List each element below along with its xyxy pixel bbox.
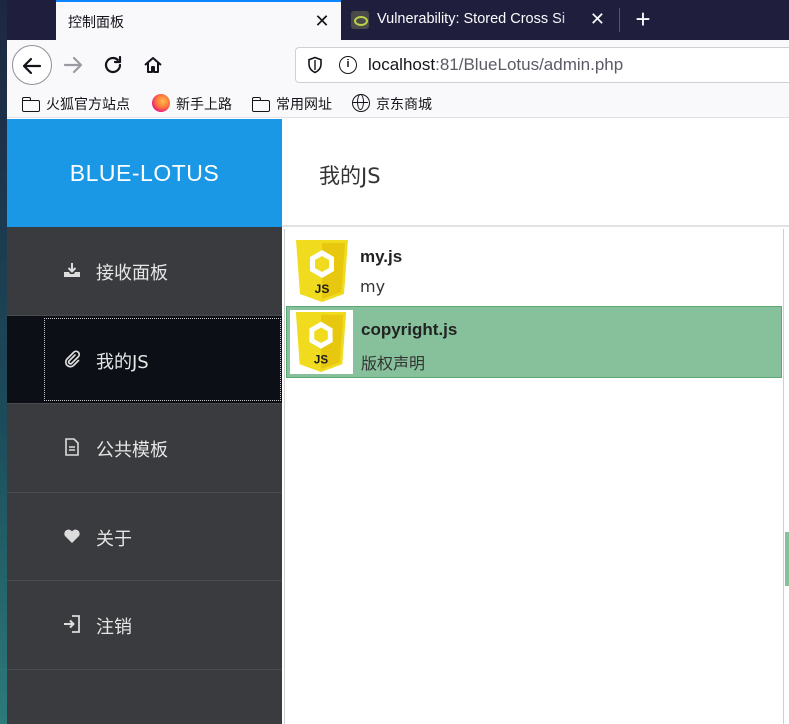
forward-arrow-icon[interactable] xyxy=(53,45,93,85)
url-text[interactable]: localhost:81/BlueLotus/admin.php xyxy=(368,55,623,75)
list-item-copyright-js[interactable]: JS copyright.js 版权声明 xyxy=(286,306,782,378)
script-description: my xyxy=(360,277,386,296)
script-name: copyright.js xyxy=(361,320,458,339)
bookmark-jd-mall[interactable]: 京东商城 xyxy=(352,94,432,114)
sidebar-item-public-templates[interactable]: 公共模板 xyxy=(7,404,282,493)
sign-out-icon xyxy=(63,615,81,633)
dvwa-favicon-icon xyxy=(351,11,369,29)
tab-vulnerability[interactable]: Vulnerability: Stored Cross Si ✕ xyxy=(341,0,619,40)
svg-text:JS: JS xyxy=(315,282,330,296)
sidebar-item-my-js[interactable]: 我的JS xyxy=(7,315,282,404)
browser-nav-bar: i localhost:81/BlueLotus/admin.php xyxy=(7,40,789,90)
url-host: localhost xyxy=(368,55,436,74)
back-arrow-icon[interactable] xyxy=(12,45,52,85)
paperclip-icon xyxy=(63,349,81,368)
sidebar: BLUE-LOTUS 接收面板 我的JS 公共模板 关于 注销 xyxy=(7,119,282,724)
tab-control-panel[interactable]: 控制面板 ✕ xyxy=(56,0,341,40)
site-info-icon[interactable]: i xyxy=(339,56,357,74)
list-item-my-js[interactable]: JS my.js my xyxy=(286,234,782,306)
brand-logo[interactable]: BLUE-LOTUS xyxy=(7,119,282,227)
sidebar-menu: 接收面板 我的JS 公共模板 关于 注销 xyxy=(7,227,282,670)
tab-title: Vulnerability: Stored Cross Si xyxy=(377,11,566,27)
sidebar-item-label: 我的JS xyxy=(96,351,149,373)
script-description: 版权声明 xyxy=(361,354,426,373)
heart-icon xyxy=(63,527,81,545)
address-bar[interactable]: i localhost:81/BlueLotus/admin.php xyxy=(295,47,789,83)
js-file-list: JS my.js my JS copyright.js 版权声明 xyxy=(284,229,784,724)
reload-icon[interactable] xyxy=(93,45,133,85)
script-name: my.js xyxy=(360,247,403,266)
tab-title: 控制面板 xyxy=(68,15,124,31)
bookmark-getting-started[interactable]: 新手上路 xyxy=(152,94,232,114)
javascript-file-icon: JS xyxy=(296,240,348,302)
bookmark-common-sites[interactable]: 常用网址 xyxy=(252,94,332,114)
bookmark-firefox-official[interactable]: 火狐官方站点 xyxy=(22,94,130,114)
desktop-background xyxy=(0,0,7,724)
download-tray-icon xyxy=(63,261,81,279)
bookmark-label: 火狐官方站点 xyxy=(46,97,130,113)
sidebar-item-label: 公共模板 xyxy=(96,440,168,461)
firefox-icon xyxy=(152,94,170,112)
tab-separator xyxy=(619,8,620,32)
close-tab-icon[interactable]: ✕ xyxy=(311,10,333,32)
close-tab-icon[interactable]: ✕ xyxy=(590,9,605,30)
document-icon xyxy=(63,438,81,456)
scrollbar-thumb[interactable] xyxy=(785,532,789,586)
folder-icon xyxy=(22,97,40,112)
javascript-file-icon: JS xyxy=(290,310,353,374)
folder-icon xyxy=(252,97,270,112)
svg-text:JS: JS xyxy=(314,353,328,366)
sidebar-item-logout[interactable]: 注销 xyxy=(7,581,282,670)
content-header: 我的JS xyxy=(282,119,789,227)
bookmark-label: 京东商城 xyxy=(376,97,432,113)
new-tab-plus-icon[interactable]: + xyxy=(627,4,659,36)
sidebar-item-receive-panel[interactable]: 接收面板 xyxy=(7,227,282,316)
home-icon[interactable] xyxy=(133,45,173,85)
tracking-shield-icon[interactable] xyxy=(306,56,324,74)
bookmark-label: 新手上路 xyxy=(176,97,232,113)
sidebar-item-label: 注销 xyxy=(96,617,132,638)
sidebar-item-label: 关于 xyxy=(96,528,132,550)
bookmark-label: 常用网址 xyxy=(276,97,332,113)
globe-icon xyxy=(352,94,370,112)
url-path: :81/BlueLotus/admin.php xyxy=(435,55,624,74)
page-title: 我的JS xyxy=(319,164,381,188)
sidebar-item-about[interactable]: 关于 xyxy=(7,493,282,581)
sidebar-item-label: 接收面板 xyxy=(96,263,168,284)
browser-tab-bar: 控制面板 ✕ Vulnerability: Stored Cross Si ✕ … xyxy=(7,0,789,40)
page-content: BLUE-LOTUS 接收面板 我的JS 公共模板 关于 注销 我的JS JS … xyxy=(7,119,789,724)
bookmarks-toolbar: 火狐官方站点 新手上路 常用网址 京东商城 xyxy=(7,90,789,118)
